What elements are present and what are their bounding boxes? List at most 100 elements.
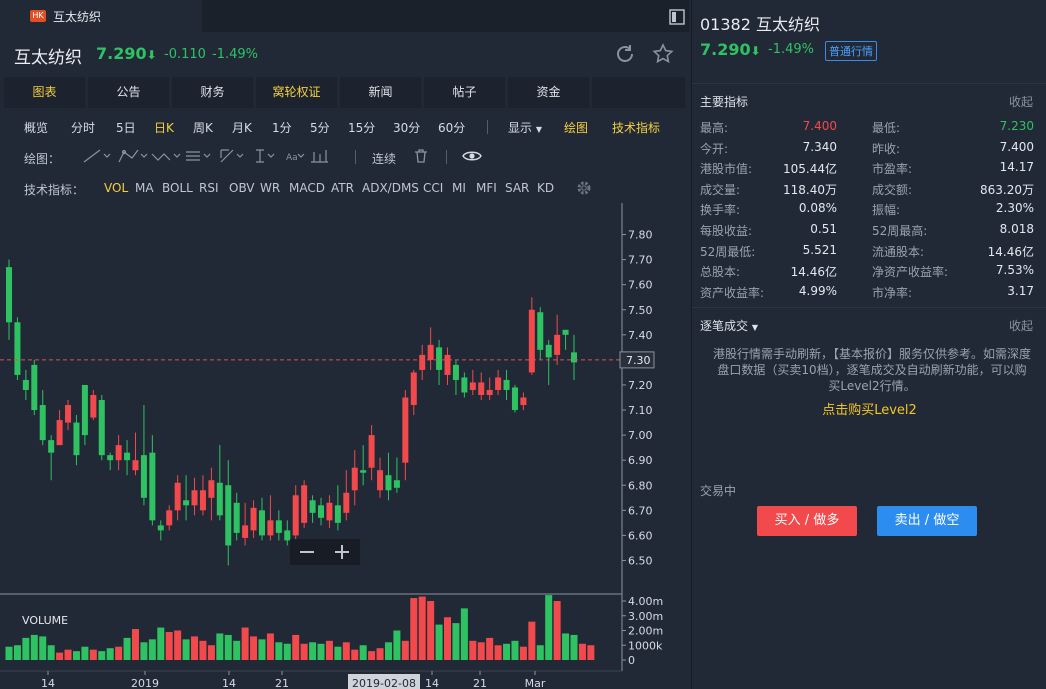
candle-body [309,500,316,513]
refresh-icon[interactable] [613,42,637,66]
tf-weekly[interactable]: 周K [193,119,213,136]
tf-overview[interactable]: 概览 [24,119,48,136]
y-tick-label: 6.60 [628,529,653,542]
nav-announcements[interactable]: 公告 [88,77,169,108]
volume-bar [98,651,106,660]
indicator-mfi[interactable]: MFI [476,181,497,195]
indicator-macd[interactable]: MACD [289,181,325,195]
candle-body [427,344,434,360]
draw-tool-icons[interactable]: Aa [82,146,332,166]
y-tick-label: 7.00 [628,429,653,442]
indicator-kd[interactable]: KD [537,181,554,195]
indicator-vol[interactable]: VOL [104,181,128,195]
trades-title[interactable]: 逐笔成交 ▼ [700,317,758,334]
settings-gear-icon[interactable] [575,179,593,197]
indicator-rsi[interactable]: RSI [199,181,219,195]
indicator-cci[interactable]: CCI [423,181,443,195]
y-tick-label: 6.50 [628,554,653,567]
metric-label: 每股收益: [700,223,753,238]
sidebar-price: 7.290⬇ [700,40,761,59]
volume-bar [469,640,477,660]
candle-body [98,400,105,456]
metric-label: 净资产收益率: [872,265,949,280]
volume-bar [22,637,30,660]
y-tick-label: 6.90 [628,454,653,467]
tf-5day[interactable]: 5日 [116,119,136,136]
tech-indicators-button[interactable]: 技术指标 [612,119,660,136]
candle-body [503,379,510,390]
volume-bar [317,643,325,660]
tf-15min[interactable]: 15分 [348,119,375,136]
tf-intraday[interactable]: 分时 [71,119,95,136]
candlestick-chart[interactable]: 7.80 7.70 7.60 7.50 7.40 7.30 7.20 7.10 7.00 6.90… [0,203,689,689]
candle-body [183,500,190,506]
indicator-mi[interactable]: MI [452,181,466,195]
volume-bar [300,643,308,660]
indicator-sar[interactable]: SAR [505,181,529,195]
indicator-wr[interactable]: WR [260,181,280,195]
volume-bar [418,596,426,660]
metric-label: 市盈率: [872,162,913,177]
sell-button[interactable]: 卖出 / 做空 [877,506,977,536]
quote-level-badge[interactable]: 普通行情 [825,41,877,61]
metric-value: 0.51 [810,221,837,236]
indicator-atr[interactable]: ATR [331,181,354,195]
tf-30min[interactable]: 30分 [393,119,420,136]
tf-monthly[interactable]: 月K [232,119,252,136]
candle-body [124,452,131,461]
candle-body [444,354,451,375]
nav-chart[interactable]: 图表 [4,77,85,108]
buy-level2-link[interactable]: 点击购买Level2 [692,399,1046,418]
sidebar-toggle-icon[interactable] [668,8,686,26]
indicator-adx[interactable]: ADX/DMS [362,181,419,195]
volume-bar [536,645,544,660]
candle-body [318,505,325,518]
x-tick-label: Mar [525,677,546,689]
candle-body [107,455,114,461]
candle-body [81,384,88,436]
eye-icon[interactable] [462,149,482,163]
volume-bar [570,634,578,660]
volume-bar [384,642,392,660]
indicator-boll[interactable]: BOLL [162,181,193,195]
candle-body [469,382,476,390]
volume-bar [157,627,165,660]
metric-row: 总股本: 14.46亿 净资产收益率: 7.53% [700,263,1034,284]
tf-1min[interactable]: 1分 [272,119,292,136]
metric-value: 0.08% [798,201,837,216]
collapse-metrics-button[interactable]: 收起 [1009,93,1033,110]
continuous-toggle[interactable]: 连续 [372,150,396,167]
trash-icon[interactable] [413,148,429,164]
nav-posts[interactable]: 帖子 [424,77,505,108]
star-icon[interactable] [651,42,675,66]
display-menu[interactable]: 显示 ▼ [508,119,542,136]
nav-warrants[interactable]: 窝轮权证 [256,77,337,108]
collapse-trades-button[interactable]: 收起 [1009,317,1033,334]
metric-value: 105.44亿 [783,162,837,177]
tf-5min[interactable]: 5分 [310,119,330,136]
indicator-obv[interactable]: OBV [229,181,255,195]
candle-body [115,445,122,461]
metric-label: 今开: [700,141,729,156]
nav-news[interactable]: 新闻 [340,77,421,108]
candle-body [571,352,577,363]
draw-button[interactable]: 绘图 [564,119,588,136]
stock-tab[interactable]: HK 互太纺织 [0,0,202,32]
crosshair-date: 2019-02-08 [352,677,416,689]
indicator-ma[interactable]: MA [135,181,154,195]
metric-label: 最高: [700,121,729,135]
volume-bar [64,649,72,660]
current-price-label: 7.30 [626,354,651,367]
market-badge: HK [30,10,46,22]
nav-financials[interactable]: 财务 [172,77,253,108]
candle-body [140,455,147,498]
candle-body [157,525,164,531]
candle-body [48,440,55,453]
tf-60min[interactable]: 60分 [438,119,465,136]
candle-body [545,344,552,358]
candle-body [528,309,535,373]
tf-daily[interactable]: 日K [154,119,174,136]
nav-capital[interactable]: 资金 [508,77,589,108]
buy-button[interactable]: 买入 / 做多 [757,506,857,536]
stock-code-title: 01382 互太纺织 [700,15,821,34]
